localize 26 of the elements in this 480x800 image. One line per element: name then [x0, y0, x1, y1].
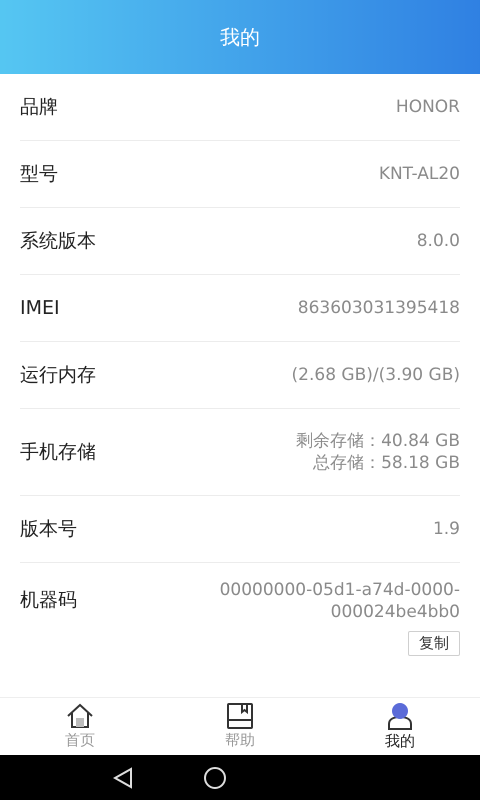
row-value: 8.0.0 — [416, 230, 460, 252]
row-label: 机器码 — [20, 588, 77, 613]
row-value: 1.9 — [432, 518, 460, 540]
home-icon — [66, 703, 94, 729]
row-label: 型号 — [20, 162, 58, 187]
row-label: 系统版本 — [20, 229, 96, 254]
row-label: 版本号 — [20, 517, 77, 542]
back-icon[interactable] — [113, 766, 133, 788]
row-value: 863603031395418 — [298, 297, 460, 319]
book-icon — [227, 703, 253, 729]
copy-button[interactable]: 复制 — [408, 631, 460, 656]
row-value: 000024be4bb0 — [330, 601, 460, 623]
tab[interactable]: 我的 — [320, 698, 480, 755]
row-value: 剩余存储：40.84 GB — [296, 430, 460, 452]
row-label: IMEI — [20, 297, 60, 319]
row-value: HONOR — [396, 96, 460, 118]
user-icon — [387, 702, 413, 730]
row-label: 手机存储 — [20, 440, 96, 465]
row-value: 00000000-05d1-a74d-0000- — [220, 579, 460, 601]
row-label: 品牌 — [20, 95, 58, 120]
row-value: (2.68 GB)/(3.90 GB) — [292, 364, 460, 386]
home-icon[interactable] — [203, 766, 227, 790]
row-value: KNT-AL20 — [378, 163, 460, 185]
row-label: 运行内存 — [20, 363, 96, 388]
page-title: 我的 — [220, 24, 260, 50]
row-value: 总存储：58.18 GB — [313, 452, 460, 474]
